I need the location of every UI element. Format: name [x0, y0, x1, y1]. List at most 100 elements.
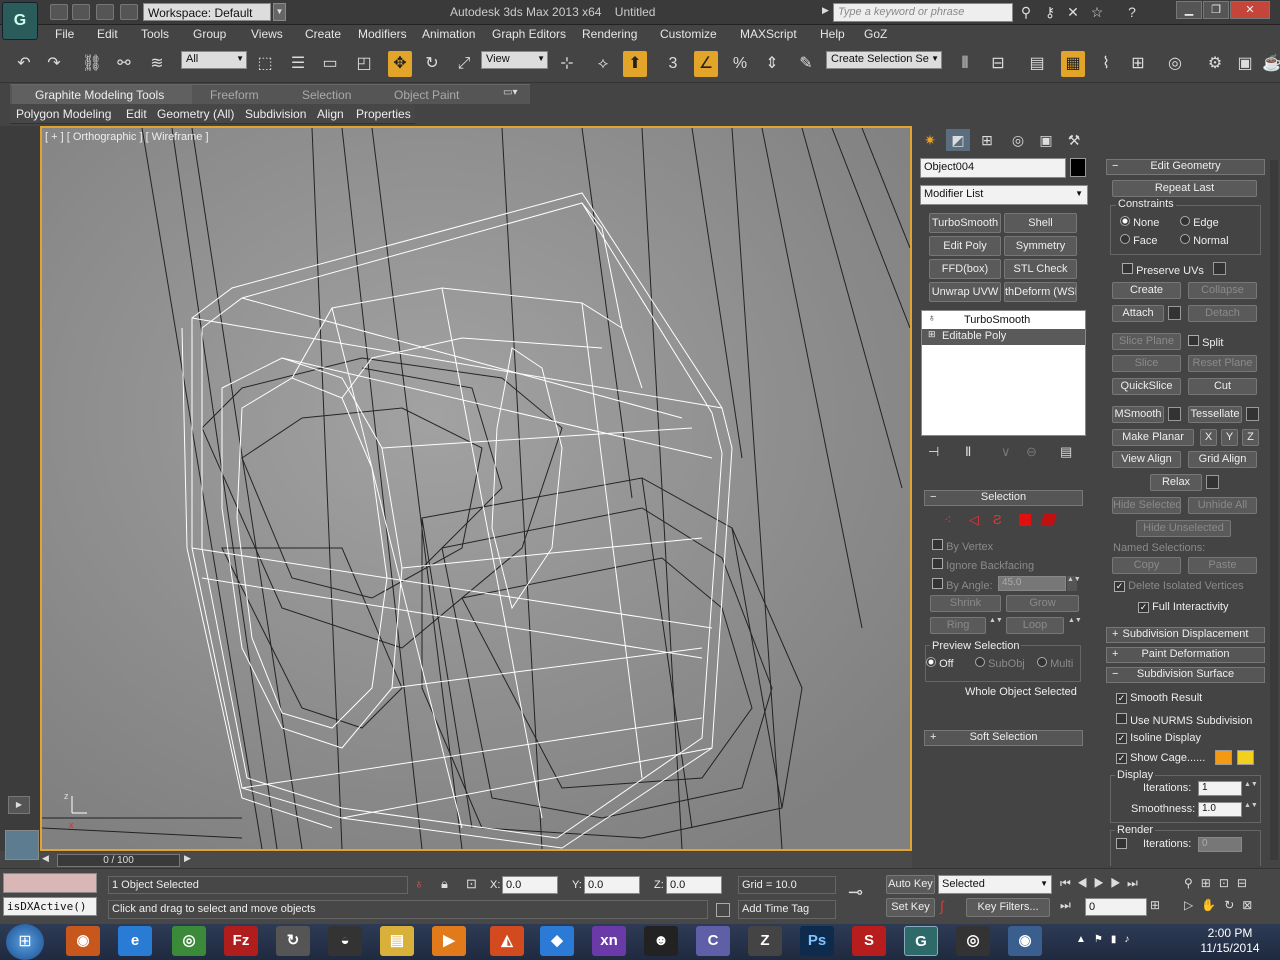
- expand-trackbar-icon[interactable]: ▶: [8, 796, 30, 814]
- ignore-backfacing-checkbox[interactable]: [932, 558, 943, 569]
- smoothness-spinner-icon[interactable]: ▲▼: [1244, 802, 1258, 817]
- utilities-tab-icon[interactable]: ⚒: [1062, 129, 1086, 151]
- redo-icon[interactable]: ↷: [42, 51, 66, 77]
- percent-snap-icon[interactable]: %: [728, 51, 752, 77]
- select-and-move-icon[interactable]: ✥: [388, 51, 412, 77]
- tools-icon[interactable]: ✕: [1063, 3, 1083, 22]
- firefox-icon[interactable]: ◉: [66, 926, 100, 956]
- add-time-tag[interactable]: Add Time Tag: [738, 900, 836, 919]
- relax-settings-icon[interactable]: [1206, 475, 1219, 489]
- pan-hand-icon[interactable]: ✋: [1201, 898, 1224, 912]
- menu-views[interactable]: Views: [251, 27, 283, 41]
- planar-z-button[interactable]: Z: [1242, 429, 1259, 446]
- remove-modifier-icon[interactable]: ⊖: [1026, 444, 1037, 460]
- create-tab-icon[interactable]: ✷: [918, 129, 942, 151]
- angle-field[interactable]: 45.0: [998, 576, 1066, 591]
- photoshop-icon[interactable]: Ps: [800, 926, 834, 956]
- symmetry-button[interactable]: Symmetry: [1004, 236, 1077, 256]
- zoom-all-icon[interactable]: ⊞: [1201, 876, 1219, 890]
- by-angle-checkbox[interactable]: [932, 578, 943, 589]
- schematic-view-icon[interactable]: ⊞: [1126, 51, 1150, 77]
- tab-freeform[interactable]: Freeform: [210, 88, 259, 102]
- help-icon[interactable]: ?: [1122, 3, 1142, 22]
- light-bulb-icon[interactable]: ♁: [928, 313, 936, 324]
- configure-modifier-sets-icon[interactable]: ▤: [1060, 444, 1072, 460]
- isoline-display-checkbox[interactable]: ✓: [1116, 733, 1127, 744]
- select-by-name-icon[interactable]: ☰: [286, 51, 310, 77]
- tab-object-paint[interactable]: Object Paint: [394, 88, 459, 102]
- render-setup-icon[interactable]: ⚙: [1203, 51, 1227, 77]
- taskbar-clock[interactable]: 2:00 PM 11/15/2014: [1190, 926, 1270, 956]
- command-panel-scrollbar[interactable]: [1270, 160, 1278, 860]
- zoom-extents-icon[interactable]: ⊡: [1219, 876, 1237, 890]
- hide-selected-button[interactable]: Hide Selected: [1112, 497, 1181, 514]
- key-selection-dropdown[interactable]: Selected ▼: [938, 875, 1052, 894]
- hierarchy-tab-icon[interactable]: ⊞: [975, 129, 999, 151]
- angle-spinner-icon[interactable]: ▲▼: [1067, 576, 1081, 591]
- start-button-icon[interactable]: ⊞: [6, 924, 44, 960]
- relax-button[interactable]: Relax: [1150, 474, 1202, 491]
- hide-unselected-button[interactable]: Hide Unselected: [1136, 520, 1231, 537]
- ribbon-align[interactable]: Align: [317, 107, 344, 121]
- menu-rendering[interactable]: Rendering: [582, 27, 637, 41]
- key-filters-button[interactable]: Key Filters...: [966, 898, 1050, 917]
- app-orb-icon[interactable]: ◉: [1008, 926, 1042, 956]
- mirror-icon[interactable]: ⫴: [953, 51, 977, 77]
- iterations-field[interactable]: 1: [1198, 781, 1242, 796]
- current-frame-field[interactable]: 0: [1085, 898, 1147, 916]
- named-selection-dropdown[interactable]: Create Selection Se: [826, 51, 942, 69]
- new-file-icon[interactable]: [50, 4, 68, 20]
- msmooth-button[interactable]: MSmooth: [1112, 406, 1164, 423]
- attach-list-icon[interactable]: [1168, 306, 1181, 320]
- render-iterations-checkbox[interactable]: [1116, 838, 1127, 849]
- object-color-swatch[interactable]: [1070, 158, 1086, 177]
- stack-item-editable-poly[interactable]: ⊞ Editable Poly: [922, 329, 1085, 345]
- constraint-normal-radio[interactable]: [1180, 234, 1190, 244]
- next-frame-icon[interactable]: ▶: [1110, 876, 1127, 890]
- stl-check-button[interactable]: STL Check: [1004, 259, 1077, 279]
- app-logo-icon[interactable]: G: [2, 2, 38, 40]
- chrome-icon[interactable]: ◎: [172, 926, 206, 956]
- menu-maxscript[interactable]: MAXScript: [740, 27, 797, 41]
- preview-off-radio[interactable]: [926, 657, 936, 667]
- play-icon[interactable]: ▶: [1094, 876, 1111, 890]
- project-folder-icon[interactable]: [120, 4, 138, 20]
- use-nurms-checkbox[interactable]: [1116, 713, 1127, 724]
- app-c-icon[interactable]: C: [696, 926, 730, 956]
- key-mode-toggle-icon[interactable]: ⏭: [1060, 898, 1071, 913]
- show-cage-checkbox[interactable]: ✓: [1116, 753, 1127, 764]
- internet-explorer-icon[interactable]: e: [118, 926, 152, 956]
- menu-edit[interactable]: Edit: [97, 27, 118, 41]
- time-tag-icon[interactable]: [716, 903, 730, 917]
- constraint-edge-radio[interactable]: [1180, 216, 1190, 226]
- select-manipulate-icon[interactable]: ⟡: [591, 51, 615, 77]
- tray-expand-icon[interactable]: ▲: [1076, 934, 1094, 945]
- menu-modifiers[interactable]: Modifiers: [358, 27, 407, 41]
- go-to-end-icon[interactable]: ⏭: [1127, 876, 1144, 890]
- unlink-icon[interactable]: ⚯: [112, 51, 136, 77]
- soft-selection-rollout-header[interactable]: + Soft Selection: [924, 730, 1083, 746]
- selection-lock-icon[interactable]: 🔒︎: [441, 876, 448, 892]
- rendered-frame-icon[interactable]: ▣: [1233, 51, 1257, 77]
- workspace-dropdown-arrow-icon[interactable]: ▼: [273, 3, 286, 21]
- app-swirl-icon[interactable]: ↻: [276, 926, 310, 956]
- menu-help[interactable]: Help: [820, 27, 845, 41]
- curve-editor-icon[interactable]: ⌇: [1094, 51, 1118, 77]
- preserve-uvs-settings-icon[interactable]: [1213, 262, 1226, 275]
- action-center-flag-icon[interactable]: ⚑: [1094, 934, 1111, 945]
- select-object-icon[interactable]: ⬚: [253, 51, 277, 77]
- constraint-face-radio[interactable]: [1120, 234, 1130, 244]
- msmooth-settings-icon[interactable]: [1168, 407, 1181, 421]
- create-button[interactable]: Create: [1112, 282, 1181, 299]
- app-helmet-icon[interactable]: ◒: [328, 926, 362, 956]
- menu-create[interactable]: Create: [305, 27, 341, 41]
- copy-button[interactable]: Copy: [1112, 557, 1181, 574]
- show-end-result-icon[interactable]: Ⅱ: [965, 444, 971, 460]
- stack-item-turbosmooth[interactable]: ♁ TurboSmooth: [922, 313, 1085, 329]
- menu-graph-editors[interactable]: Graph Editors: [492, 27, 566, 41]
- maxscript-input[interactable]: isDXActive(): [3, 897, 97, 916]
- reset-plane-button[interactable]: Reset Plane: [1188, 355, 1257, 372]
- tessellate-settings-icon[interactable]: [1246, 407, 1259, 421]
- select-and-rotate-icon[interactable]: ↻: [420, 51, 444, 77]
- viewport-layout-icon[interactable]: [5, 830, 39, 860]
